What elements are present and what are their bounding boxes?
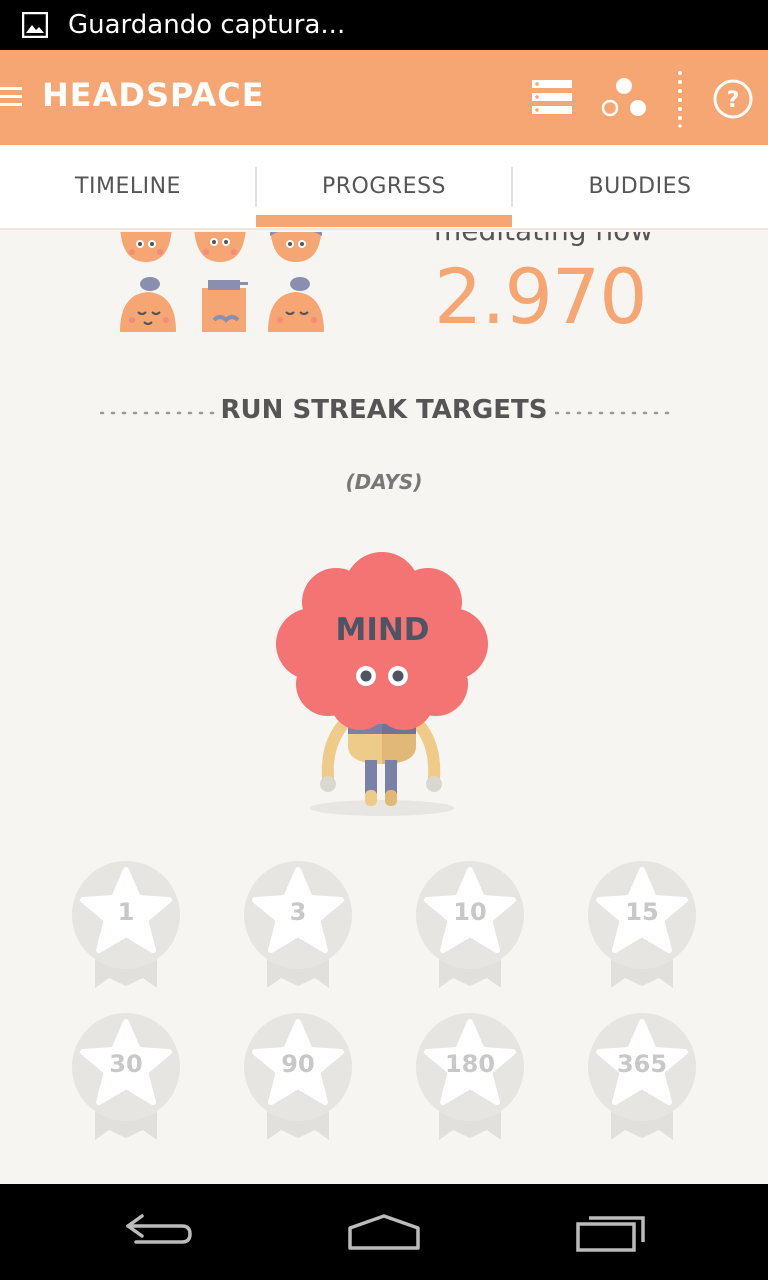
streak-target-badge[interactable]: 3 bbox=[243, 860, 353, 990]
streak-target-badge[interactable]: 90 bbox=[243, 1012, 353, 1142]
app-title: HEADSPACE bbox=[42, 76, 265, 114]
badge-days-label: 90 bbox=[281, 1050, 315, 1078]
mind-character-illustration bbox=[276, 552, 488, 816]
streak-target-badge[interactable]: 30 bbox=[71, 1012, 181, 1142]
recent-apps-icon[interactable] bbox=[575, 1210, 647, 1254]
streak-target-badge[interactable]: 365 bbox=[587, 1012, 697, 1142]
progress-content[interactable]: meditating now 2.970 RUN STREAK TARGETS … bbox=[0, 232, 768, 1184]
navigation-bar bbox=[0, 1184, 768, 1280]
streak-target-badge[interactable]: 15 bbox=[587, 860, 697, 990]
streak-target-badge[interactable]: 1 bbox=[71, 860, 181, 990]
badge-days-label: 3 bbox=[289, 898, 307, 926]
badge-days-label: 15 bbox=[625, 898, 659, 926]
tab-timeline[interactable]: TIMELINE bbox=[0, 145, 256, 230]
svg-text:?: ? bbox=[727, 88, 740, 113]
list-view-icon[interactable] bbox=[532, 78, 574, 118]
streak-target-badge[interactable]: 180 bbox=[415, 1012, 525, 1142]
app-bar: HEADSPACE ? bbox=[0, 50, 768, 145]
meditating-now-label: meditating now bbox=[434, 232, 653, 247]
community-dots-icon[interactable] bbox=[600, 76, 650, 120]
section-title-dots-right bbox=[555, 411, 670, 415]
help-icon[interactable]: ? bbox=[712, 78, 754, 120]
badge-days-label: 180 bbox=[444, 1050, 496, 1078]
streak-target-badge[interactable]: 10 bbox=[415, 860, 525, 990]
tab-bar: TIMELINE PROGRESS BUDDIES bbox=[0, 145, 768, 230]
meditating-people-illustration bbox=[120, 232, 324, 332]
back-icon[interactable] bbox=[124, 1212, 196, 1252]
badge-days-label: 1 bbox=[117, 898, 135, 926]
image-icon bbox=[22, 12, 48, 38]
overflow-menu-icon[interactable] bbox=[676, 70, 684, 128]
selected-tab-indicator bbox=[256, 215, 512, 227]
mind-label: MIND bbox=[335, 612, 430, 648]
badge-days-label: 30 bbox=[109, 1050, 143, 1078]
status-bar: Guardando captura... bbox=[0, 0, 768, 50]
tab-buddies[interactable]: BUDDIES bbox=[512, 145, 768, 230]
run-streak-title: RUN STREAK TARGETS bbox=[220, 395, 548, 425]
badge-days-label: 365 bbox=[616, 1050, 668, 1078]
badge-days-label: 10 bbox=[453, 898, 487, 926]
meditating-now-count: 2.970 bbox=[434, 252, 648, 341]
run-streak-subtitle: (DAYS) bbox=[345, 470, 423, 494]
status-notification-text: Guardando captura... bbox=[68, 10, 346, 40]
home-icon[interactable] bbox=[346, 1210, 422, 1254]
menu-icon[interactable] bbox=[0, 85, 24, 109]
